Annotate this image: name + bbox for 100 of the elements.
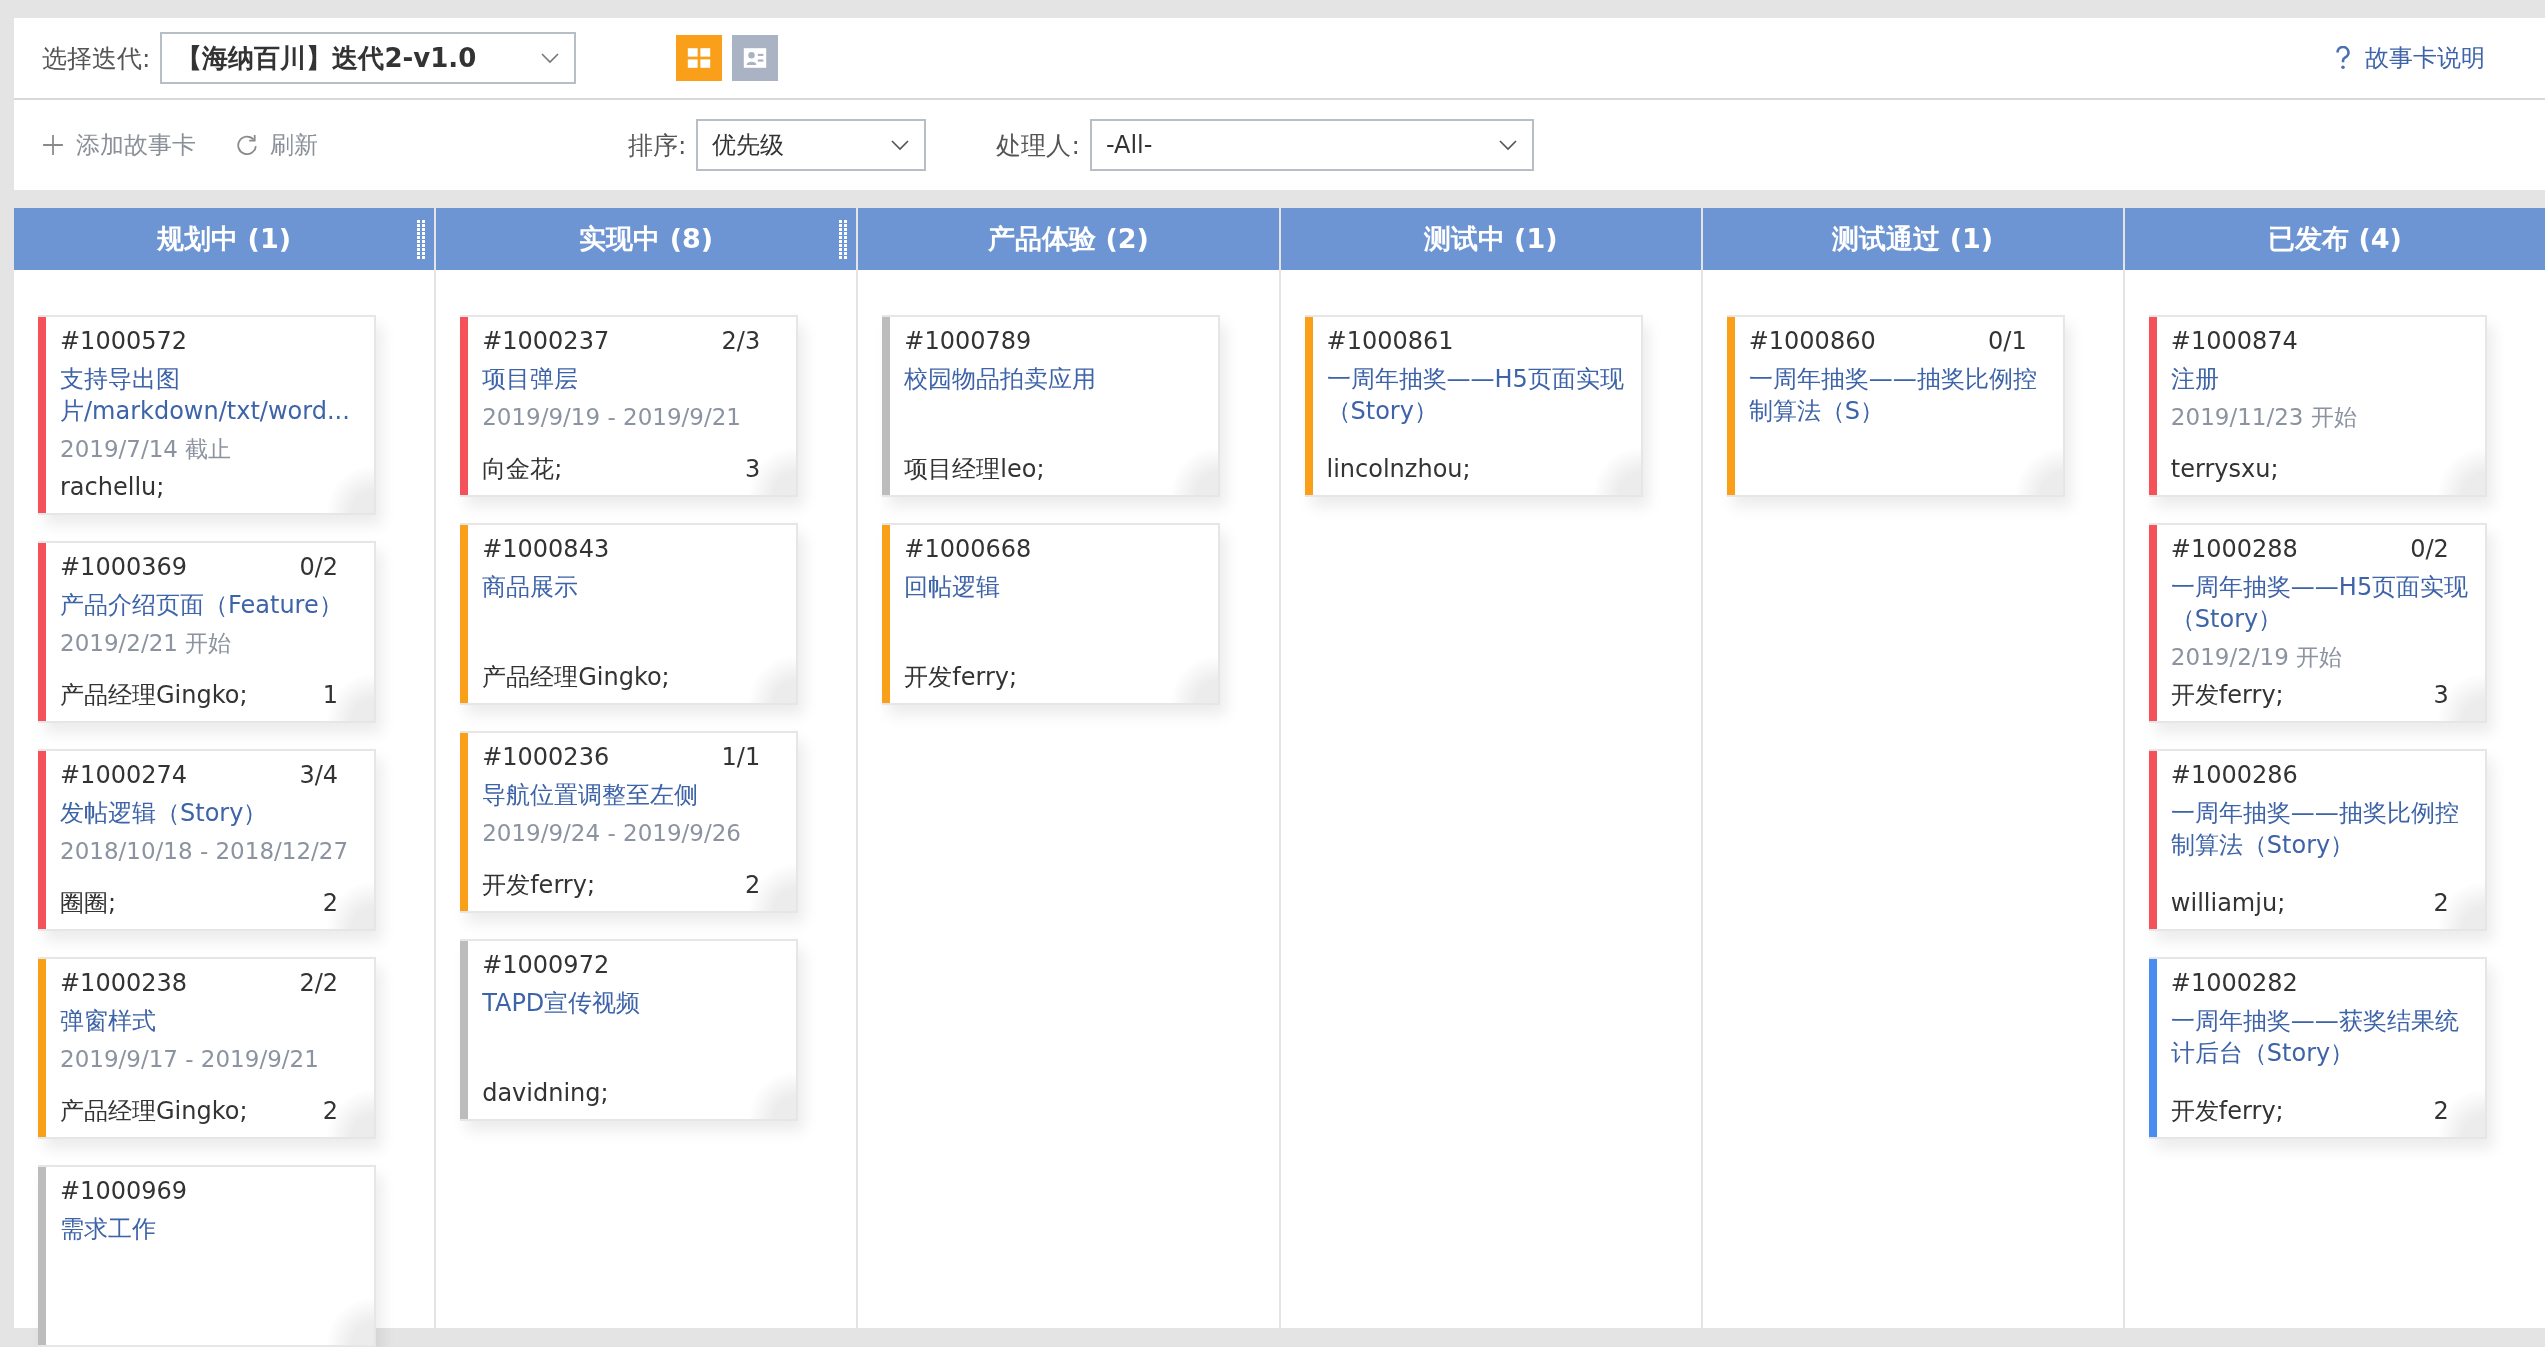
card-id: #1000668 (904, 534, 1032, 565)
subtask-count: 0/2 (299, 552, 338, 583)
card-title[interactable]: 支持导出图片/markdown/txt/word... (60, 363, 360, 427)
chevron-down-icon (540, 52, 561, 64)
card-owner: 圈圈; (60, 888, 117, 919)
card-title[interactable]: 一周年抽奖——H5页面实现（Story） (2170, 571, 2471, 635)
column-title: 产品体验 (2) (988, 222, 1149, 256)
card-id: #1000274 (60, 760, 187, 791)
card-title[interactable]: 注册 (2170, 363, 2471, 395)
card-owner: 产品经理Gingko; (482, 662, 670, 693)
card-owner: 开发ferry; (2170, 1096, 2284, 1127)
card-id: #1000288 (2170, 534, 2298, 565)
sort-select[interactable]: 优先级 (696, 119, 927, 171)
card-title[interactable]: 一周年抽奖——H5页面实现（Story） (1326, 363, 1627, 427)
card-title[interactable]: 校园物品拍卖应用 (904, 363, 1205, 395)
card-date: 2019/9/17 - 2019/9/21 (60, 1045, 320, 1074)
story-card[interactable]: #1000237 2/3 项目弹层 2019/9/19 - 2019/9/21 向金花; 3 (460, 315, 799, 497)
card-title[interactable]: 商品展示 (482, 571, 783, 603)
subtask-count: 2/2 (299, 968, 338, 999)
story-card[interactable]: #1000238 2/2 弹窗样式 2019/9/17 - 2019/9/21 产品经理Gingko; 2 (38, 957, 376, 1139)
story-card[interactable]: #1000860 0/1 一周年抽奖——抽奖比例控制算法（S） (1726, 315, 2065, 497)
card-id: #1000237 (482, 326, 610, 357)
card-title[interactable]: 一周年抽奖——抽奖比例控制算法（Story） (2170, 797, 2471, 861)
story-card[interactable]: #1000236 1/1 导航位置调整至左侧 2019/9/24 - 2019/9/26 开发ferry; 2 (460, 731, 799, 913)
comment-count: 2 (2433, 1096, 2449, 1127)
subtask-count: 0/1 (1988, 326, 2027, 357)
story-card[interactable]: #1000861 一周年抽奖——H5页面实现（Story） lincolnzhou; (1304, 315, 1643, 497)
card-id: #1000874 (2170, 326, 2298, 357)
card-id: #1000282 (2170, 968, 2298, 999)
card-owner: davidning; (482, 1078, 609, 1109)
story-card[interactable]: #1000572 支持导出图片/markdown/txt/word... 2019/7/14 截止 rachellu; (38, 315, 376, 515)
refresh-icon (236, 134, 258, 156)
column-title: 测试中 (1) (1423, 222, 1558, 256)
owner-select[interactable]: -All- (1089, 119, 1534, 171)
card-id: #1000969 (60, 1176, 187, 1207)
comment-count: 3 (744, 454, 761, 485)
card-owner: 向金花; (482, 454, 563, 485)
story-card[interactable]: #1000288 0/2 一周年抽奖——H5页面实现（Story） 2019/2/19 开始 开发ferry; 3 (2148, 523, 2487, 723)
card-date: 2018/10/18 - 2018/12/27 (60, 837, 350, 866)
card-title[interactable]: 一周年抽奖——抽奖比例控制算法（S） (1748, 363, 2049, 427)
card-id: #1000843 (482, 534, 610, 565)
card-date: 2019/11/23 开始 (2170, 403, 2358, 432)
comment-count: 2 (744, 870, 761, 901)
story-card[interactable]: #1000972 TAPD宣传视频 davidning; (460, 939, 799, 1121)
drag-handle-icon[interactable] (416, 219, 427, 259)
story-card[interactable]: #1000369 0/2 产品介绍页面（Feature） 2019/2/21 开始 产品经理Gingko; 1 (38, 541, 376, 723)
column-title: 规划中 (1) (157, 222, 291, 256)
story-card[interactable]: #1000282 一周年抽奖——获奖结果统计后台（Story） 开发ferry; 2 (2148, 957, 2487, 1139)
card-id: #1000236 (482, 742, 610, 773)
story-card[interactable]: #1000286 一周年抽奖——抽奖比例控制算法（Story） williamju; 2 (2148, 749, 2487, 931)
card-id: #1000789 (904, 326, 1032, 357)
card-owner: lincolnzhou; (1326, 454, 1471, 485)
card-title[interactable]: 导航位置调整至左侧 (482, 779, 783, 811)
card-owner: terrysxu; (2170, 454, 2279, 485)
story-card[interactable]: #1000874 注册 2019/11/23 开始 terrysxu; (2148, 315, 2487, 497)
sort-label: 排序: (628, 129, 687, 162)
comment-count: 2 (322, 1096, 338, 1127)
story-card[interactable]: #1000668 回帖逻辑 开发ferry; (882, 523, 1221, 705)
card-id: #1000238 (60, 968, 187, 999)
comment-count: 1 (322, 680, 338, 711)
card-date: 2019/9/19 - 2019/9/21 (482, 403, 742, 432)
card-title[interactable]: 发帖逻辑（Story） (60, 797, 360, 829)
comment-count: 3 (2433, 680, 2449, 711)
story-card[interactable]: #1000843 商品展示 产品经理Gingko; (460, 523, 799, 705)
card-date: 2019/2/19 开始 (2170, 643, 2344, 672)
column-title: 实现中 (8) (579, 222, 714, 256)
help-icon (2335, 46, 2351, 70)
card-owner: rachellu; (60, 472, 165, 503)
help-link[interactable]: 故事卡说明 (2335, 42, 2485, 74)
story-card[interactable]: #1000789 校园物品拍卖应用 项目经理leo; (882, 315, 1221, 497)
card-title[interactable]: TAPD宣传视频 (482, 987, 783, 1019)
card-owner: 产品经理Gingko; (60, 1096, 248, 1127)
iteration-select[interactable]: 【海纳百川】迭代2-v1.0 (160, 32, 577, 84)
card-id: #1000369 (60, 552, 187, 583)
chevron-down-icon (890, 139, 911, 151)
card-id: #1000860 (1748, 326, 1876, 357)
card-id: #1000286 (2170, 760, 2298, 791)
column-title: 已发布 (4) (2268, 222, 2402, 256)
card-date: 2019/7/14 截止 (60, 435, 233, 464)
card-owner: 开发ferry; (904, 662, 1018, 693)
card-title[interactable]: 需求工作 (60, 1213, 360, 1245)
card-title[interactable]: 回帖逻辑 (904, 571, 1205, 603)
card-date: 2019/9/24 - 2019/9/26 (482, 819, 742, 848)
card-title[interactable]: 弹窗样式 (60, 1005, 360, 1037)
story-card[interactable]: #1000274 3/4 发帖逻辑（Story） 2018/10/18 - 2018/12/27 圈圈; 2 (38, 749, 376, 931)
story-card[interactable]: #1000969 需求工作 (38, 1165, 376, 1347)
board-view-button[interactable] (676, 35, 723, 81)
card-id: #1000972 (482, 950, 610, 981)
card-title[interactable]: 一周年抽奖——获奖结果统计后台（Story） (2170, 1005, 2471, 1069)
card-id: #1000861 (1326, 326, 1454, 357)
card-owner: 开发ferry; (482, 870, 595, 901)
drag-handle-icon[interactable] (838, 219, 849, 259)
person-view-button[interactable] (732, 35, 779, 81)
card-title[interactable]: 项目弹层 (482, 363, 783, 395)
card-owner: 开发ferry; (2170, 680, 2284, 711)
owner-label: 处理人: (996, 129, 1080, 162)
card-owner: 产品经理Gingko; (60, 680, 248, 711)
chevron-down-icon (1497, 139, 1518, 151)
card-title[interactable]: 产品介绍页面（Feature） (60, 589, 360, 621)
column-title: 测试通过 (1) (1832, 222, 1994, 256)
